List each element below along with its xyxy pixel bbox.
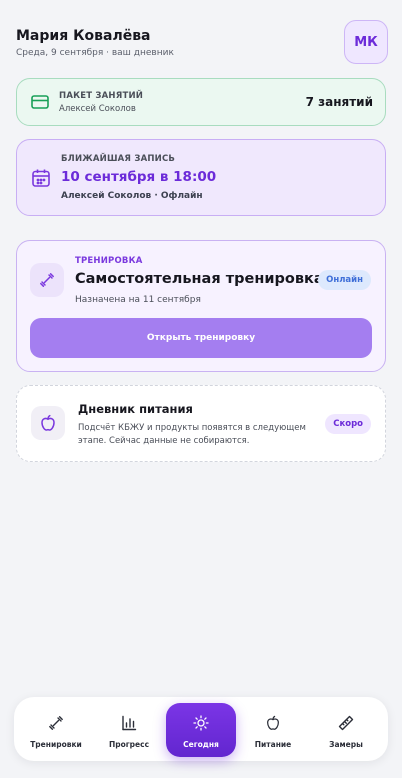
package-trainer: Алексей Соколов <box>59 104 136 114</box>
workout-icon-box <box>30 263 64 297</box>
nutrition-icon-box <box>31 406 65 440</box>
next-session-card[interactable]: БЛИЖАЙШАЯ ЗАПИСЬ 10 сентября в 18:00 Але… <box>16 139 386 216</box>
dumbbell-icon <box>40 273 54 287</box>
avatar[interactable]: МК <box>344 20 388 64</box>
nutrition-diary-card: Дневник питания Подсчёт КБЖУ и продукты … <box>16 385 386 462</box>
bar-chart-icon <box>122 715 137 731</box>
nav-label-measurements: Замеры <box>329 740 363 749</box>
sun-icon <box>193 715 209 731</box>
nav-label-nutrition: Питание <box>254 740 292 749</box>
nav-item-today[interactable]: Сегодня <box>166 703 236 757</box>
nav-item-progress[interactable]: Прогресс <box>94 703 164 757</box>
nav-item-measurements[interactable]: Замеры <box>311 703 381 757</box>
nutrition-description: Подсчёт КБЖУ и продукты появятся в следу… <box>78 423 306 446</box>
package-count: 7 занятий <box>305 95 373 109</box>
next-session-datetime: 10 сентября в 18:00 <box>61 169 217 185</box>
header: Мария Ковалёва Среда, 9 сентября · ваш д… <box>16 20 388 68</box>
apple-icon <box>41 414 55 431</box>
user-name: Мария Ковалёва <box>16 28 151 44</box>
package-card[interactable]: ПАКЕТ ЗАНЯТИЙ Алексей Соколов 7 занятий <box>16 78 386 126</box>
package-label: ПАКЕТ ЗАНЯТИЙ <box>59 91 144 101</box>
workout-assigned-date: Назначена на 11 сентября <box>75 295 201 305</box>
nav-label-today: Сегодня <box>183 740 219 749</box>
nav-label-workouts: Тренировки <box>30 740 82 749</box>
dumbbell-icon <box>49 716 63 730</box>
nav-item-nutrition[interactable]: Питание <box>238 703 308 757</box>
calendar-icon <box>32 169 50 187</box>
nav-item-workouts[interactable]: Тренировки <box>21 703 91 757</box>
next-session-meta: Алексей Соколов · Офлайн <box>61 191 203 201</box>
workout-card: ТРЕНИРОВКА Самостоятельная тренировка На… <box>16 240 386 372</box>
bottom-nav: Тренировки Прогресс Сегодня Питание Заме… <box>14 697 388 761</box>
apple-icon <box>267 715 279 730</box>
open-workout-button[interactable]: Открыть тренировку <box>30 318 372 358</box>
online-badge: Онлайн <box>318 270 371 290</box>
ruler-icon <box>338 715 354 731</box>
header-subtitle: Среда, 9 сентября · ваш дневник <box>16 48 174 58</box>
workout-title: Самостоятельная тренировка <box>75 271 324 287</box>
workout-category: ТРЕНИРОВКА <box>75 256 143 266</box>
next-session-label: БЛИЖАЙШАЯ ЗАПИСЬ <box>61 154 176 164</box>
nutrition-title: Дневник питания <box>78 402 193 416</box>
soon-badge: Скоро <box>325 414 371 434</box>
credit-card-icon <box>31 95 49 109</box>
nav-label-progress: Прогресс <box>108 740 150 749</box>
